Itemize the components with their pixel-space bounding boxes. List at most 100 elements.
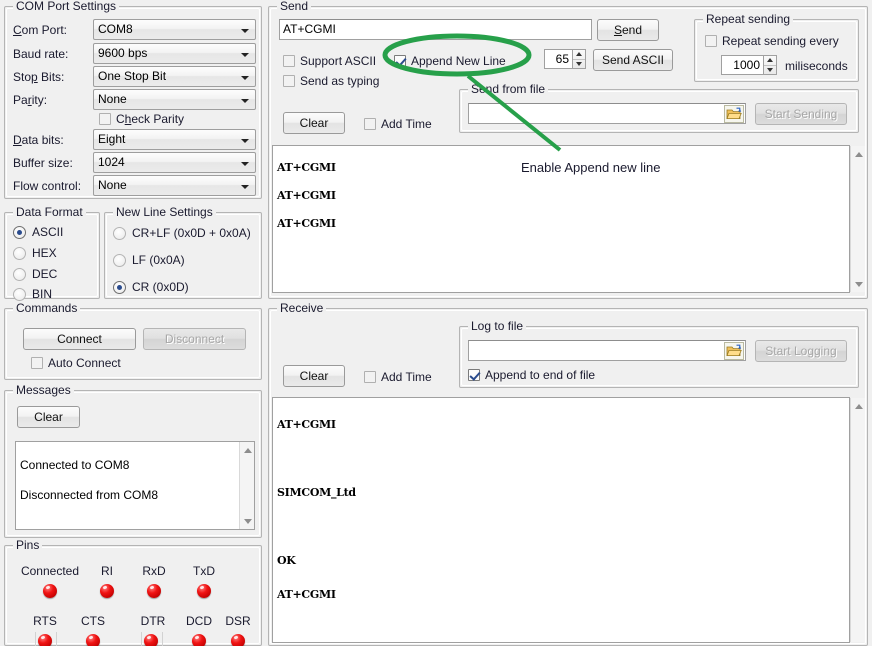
- receive-log-line: AT+CGMI: [277, 418, 336, 431]
- radio-newline-lf[interactable]: LF (0x0A): [113, 253, 185, 267]
- repeat-interval-value[interactable]: 1000: [721, 55, 763, 75]
- send-clear-label: Clear: [300, 117, 329, 129]
- send-command-input[interactable]: AT+CGMI: [279, 19, 592, 40]
- radio-newline-crlf[interactable]: CR+LF (0x0D + 0x0A): [113, 226, 251, 240]
- send-clear-button[interactable]: Clear: [283, 112, 345, 134]
- spinner-up-icon[interactable]: [764, 56, 776, 66]
- radio-newline-cr[interactable]: CR (0x0D): [113, 280, 189, 294]
- spinner-down-icon[interactable]: [573, 60, 585, 69]
- start-logging-label: Start Logging: [765, 345, 836, 357]
- baud-rate-value: 9600 bps: [98, 46, 147, 60]
- connect-button[interactable]: Connect: [23, 328, 136, 350]
- chevron-down-icon: [241, 53, 249, 57]
- start-sending-button[interactable]: Start Sending: [755, 103, 847, 125]
- repeat-sending-checkbox[interactable]: Repeat sending every: [705, 34, 839, 48]
- data-format-group: Data Format ASCII HEX DEC BIN: [4, 212, 100, 299]
- receive-add-time-label: Add Time: [381, 370, 432, 384]
- parity-combo[interactable]: None: [93, 89, 256, 110]
- repeat-sending-label: Repeat sending every: [722, 34, 839, 48]
- pin-label-dsr: DSR: [218, 614, 258, 628]
- scroll-down-icon[interactable]: [240, 513, 256, 529]
- check-parity-checkbox[interactable]: Check Parity: [99, 112, 184, 126]
- spinner-buttons[interactable]: [572, 49, 586, 69]
- receive-log-scrollbar[interactable]: [850, 398, 865, 642]
- send-as-typing-checkbox[interactable]: Send as typing: [283, 74, 379, 88]
- messages-log[interactable]: Connected to COM8 Disconnected from COM8: [15, 441, 255, 530]
- buffer-size-combo[interactable]: 1024: [93, 152, 256, 173]
- folder-open-icon[interactable]: [724, 342, 744, 360]
- receive-title: Receive: [277, 301, 326, 315]
- support-ascii-checkbox[interactable]: Support ASCII: [283, 54, 376, 68]
- radio-dot: [13, 288, 26, 301]
- repeat-interval-spinner[interactable]: 1000: [721, 55, 777, 75]
- send-log-scrollbar[interactable]: [850, 146, 865, 292]
- scroll-up-icon[interactable]: [851, 146, 867, 162]
- ascii-code-spinner[interactable]: 65: [544, 49, 586, 69]
- scroll-down-icon[interactable]: [851, 276, 867, 292]
- checkbox-box: [394, 55, 406, 67]
- send-from-file-path-input[interactable]: [468, 103, 746, 124]
- messages-group: Messages Clear Connected to COM8 Disconn…: [4, 390, 262, 538]
- receive-log-line: AT+CGMI: [277, 588, 336, 601]
- start-logging-button[interactable]: Start Logging: [755, 340, 847, 362]
- connect-button-label: Connect: [57, 333, 102, 345]
- parity-value: None: [98, 92, 127, 106]
- radio-label: LF (0x0A): [132, 253, 185, 267]
- radio-data-format-bin[interactable]: BIN: [13, 287, 52, 301]
- messages-scrollbar[interactable]: [239, 442, 254, 529]
- radio-label: CR+LF (0x0D + 0x0A): [132, 226, 251, 240]
- send-title: Send: [277, 0, 311, 13]
- flow-control-value: None: [98, 178, 127, 192]
- com-port-settings-group: COM Port Settings Com Port: COM8 Baud ra…: [4, 6, 262, 199]
- stop-bits-combo[interactable]: One Stop Bit: [93, 66, 256, 87]
- send-button[interactable]: Send: [597, 19, 659, 41]
- baud-rate-combo[interactable]: 9600 bps: [93, 43, 256, 64]
- send-from-file-group: Send from file Start Send: [459, 89, 859, 133]
- log-to-file-path-input[interactable]: [468, 340, 746, 361]
- receive-add-time-checkbox[interactable]: Add Time: [364, 370, 432, 384]
- com-port-settings-title: COM Port Settings: [13, 0, 119, 13]
- spinner-up-icon[interactable]: [573, 50, 585, 60]
- radio-dot: [113, 281, 126, 294]
- chevron-down-icon: [241, 162, 249, 166]
- send-log-line: AT+CGMI: [277, 189, 336, 202]
- radio-label: BIN: [32, 287, 52, 301]
- spinner-down-icon[interactable]: [764, 66, 776, 75]
- led-txd: [197, 584, 211, 598]
- data-bits-value: Eight: [98, 132, 125, 146]
- annotation-text: Enable Append new line: [521, 160, 661, 175]
- led-dtr: [144, 634, 158, 646]
- ascii-code-value[interactable]: 65: [544, 49, 572, 69]
- send-log-line: AT+CGMI: [277, 161, 336, 174]
- checkbox-box: [31, 357, 43, 369]
- send-add-time-checkbox[interactable]: Add Time: [364, 117, 432, 131]
- send-ascii-button[interactable]: Send ASCII: [593, 49, 673, 71]
- radio-data-format-dec[interactable]: DEC: [13, 267, 57, 281]
- pin-label-connected: Connected: [13, 564, 87, 578]
- spinner-buttons[interactable]: [763, 55, 777, 75]
- append-new-line-checkbox[interactable]: Append New Line: [394, 54, 506, 68]
- led-ri: [100, 584, 114, 598]
- scroll-up-icon[interactable]: [851, 398, 867, 414]
- receive-log[interactable]: AT+CGMI SIMCOM_Ltd OK AT+CGMI SIMCOM_Ltd…: [272, 397, 850, 643]
- chevron-down-icon: [241, 99, 249, 103]
- auto-connect-checkbox[interactable]: Auto Connect: [31, 356, 121, 370]
- disconnect-button[interactable]: Disconnect: [143, 328, 246, 350]
- stop-bits-label: Stop Bits:: [13, 70, 64, 84]
- data-bits-combo[interactable]: Eight: [93, 129, 256, 150]
- led-rts: [38, 634, 52, 646]
- messages-clear-button[interactable]: Clear: [17, 406, 80, 428]
- repeat-unit-label: miliseconds: [785, 59, 848, 73]
- receive-clear-button[interactable]: Clear: [283, 365, 345, 387]
- send-log-line: AT+CGMI: [277, 217, 336, 230]
- com-port-combo[interactable]: COM8: [93, 19, 256, 40]
- folder-open-icon[interactable]: [724, 105, 744, 123]
- radio-data-format-ascii[interactable]: ASCII: [13, 225, 63, 239]
- append-to-end-of-file-checkbox[interactable]: Append to end of file: [468, 368, 595, 382]
- append-new-line-label: Append New Line: [411, 54, 506, 68]
- scroll-up-icon[interactable]: [240, 442, 256, 458]
- radio-data-format-hex[interactable]: HEX: [13, 246, 57, 260]
- flow-control-combo[interactable]: None: [93, 175, 256, 196]
- chevron-down-icon: [241, 139, 249, 143]
- stop-bits-value: One Stop Bit: [98, 69, 166, 83]
